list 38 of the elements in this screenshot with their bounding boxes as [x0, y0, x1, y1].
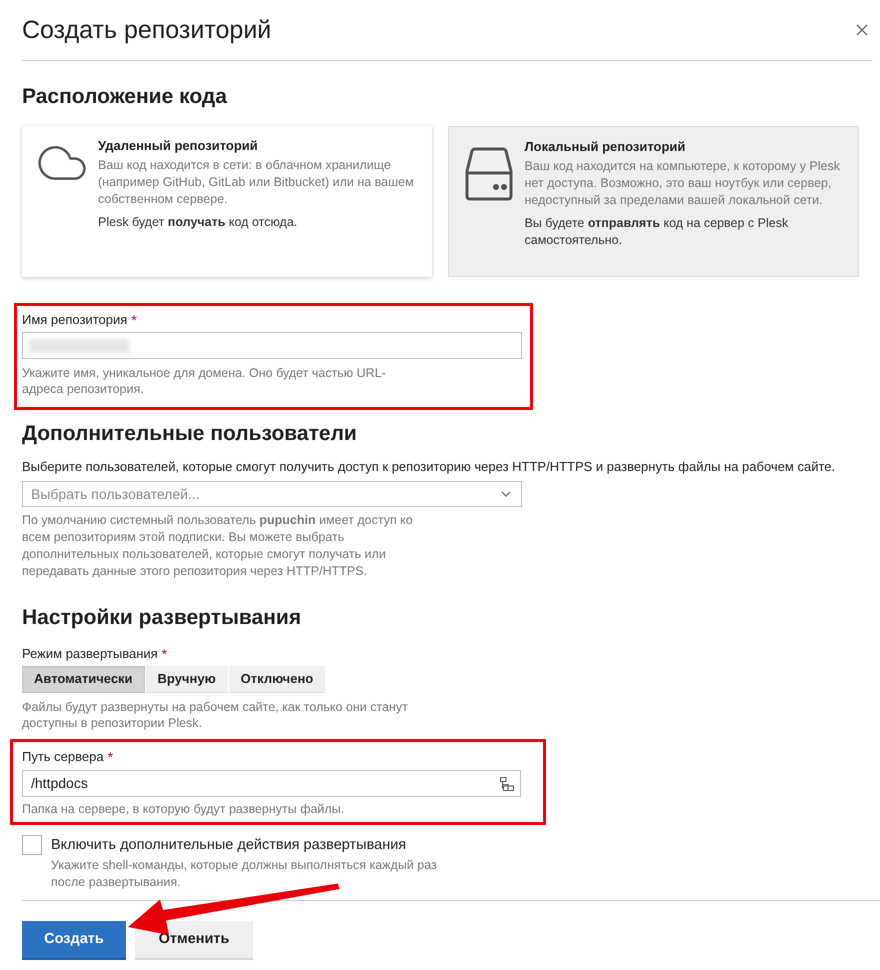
- users-select[interactable]: Выбрать пользователей...: [22, 481, 522, 507]
- field-label: Путь сервера: [22, 748, 104, 766]
- section-heading: Расположение кода: [22, 85, 228, 109]
- repository-type-card[interactable]: Удаленный репозиторий Ваш код находится в сети: в облачном хранилище (например GitHub, GitLab или Bitbucket) или на вашем собственном сервере. Plesk будет получать код отсюда.: [22, 126, 432, 277]
- mode-segment-button[interactable]: Автоматически: [22, 666, 145, 693]
- hierarchy-icon[interactable]: [499, 776, 515, 792]
- field-hint: Папка на сервере, в которую будут развернуты файлы.: [22, 801, 346, 817]
- section-description: Выберите пользователей, которые смогут получить доступ к репозиторию через HTTP/HTTPS и развернуть файлы на рабочем сайте.: [22, 458, 836, 476]
- field-label: Имя репозитория: [22, 311, 128, 329]
- required-mark: *: [108, 748, 114, 766]
- card-description: Ваш код находится в сети: в облачном хранилище (например GitHub, GitLab или Bitbucket) или на вашем собственном сервере.: [98, 157, 415, 208]
- checkbox-label[interactable]: Включить дополнительные действия развертывания: [51, 835, 451, 855]
- card-note: Вы будете отправлять код на сервер с Plesk самостоятельно.: [524, 215, 790, 249]
- required-mark: *: [131, 311, 137, 329]
- mode-segment-button[interactable]: Вручную: [146, 666, 228, 693]
- card-title: Локальный репозиторий: [524, 138, 686, 156]
- field-hint: Укажите имя, уникальное для домена. Оно будет частью URL-адреса репозитория.: [22, 365, 387, 397]
- repository-name-input[interactable]: [22, 332, 522, 359]
- mode-segment-button[interactable]: Отключено: [228, 666, 326, 693]
- dialog-title: Создать репозиторий: [22, 15, 272, 45]
- field-label: Режим развертывания: [22, 645, 158, 663]
- field-hint: По умолчанию системный пользователь pupuchin имеет доступ ко всем репозиториям этой подписки. Вы можете выбрать дополнительных пользователей, которые смогут получать или передавать данные этого репозитория через HTTP/HTTPS.: [22, 512, 414, 580]
- hard-drive-icon: [464, 147, 512, 201]
- card-title: Удаленный репозиторий: [98, 137, 259, 155]
- cloud-icon: [38, 146, 86, 180]
- card-note: Plesk будет получать код отсюда.: [98, 214, 298, 231]
- cancel-button[interactable]: Отменить: [135, 921, 253, 960]
- create-button[interactable]: Создать: [22, 921, 126, 960]
- section-heading: Настройки развертывания: [22, 606, 302, 630]
- chevron-down-icon: [501, 491, 511, 497]
- required-mark: *: [162, 645, 168, 663]
- card-description: Ваш код находится на компьютере, к которому у Plesk нет доступа. Возможно, это ваш ноутбук или сервер, недоступный за пределами вашей локальной сети.: [524, 158, 842, 209]
- server-path-input[interactable]: /httpdocs: [22, 770, 521, 797]
- section-heading: Дополнительные пользователи: [22, 422, 358, 446]
- checkbox[interactable]: [22, 835, 42, 855]
- field-hint: Файлы будут развернуты на рабочем сайте, как только они станут доступны в репозитории Plesk.: [22, 699, 409, 731]
- repository-type-card[interactable]: [448, 126, 859, 277]
- field-hint: Укажите shell-команды, которые должны выполняться каждый раз после развертывания.: [51, 857, 438, 891]
